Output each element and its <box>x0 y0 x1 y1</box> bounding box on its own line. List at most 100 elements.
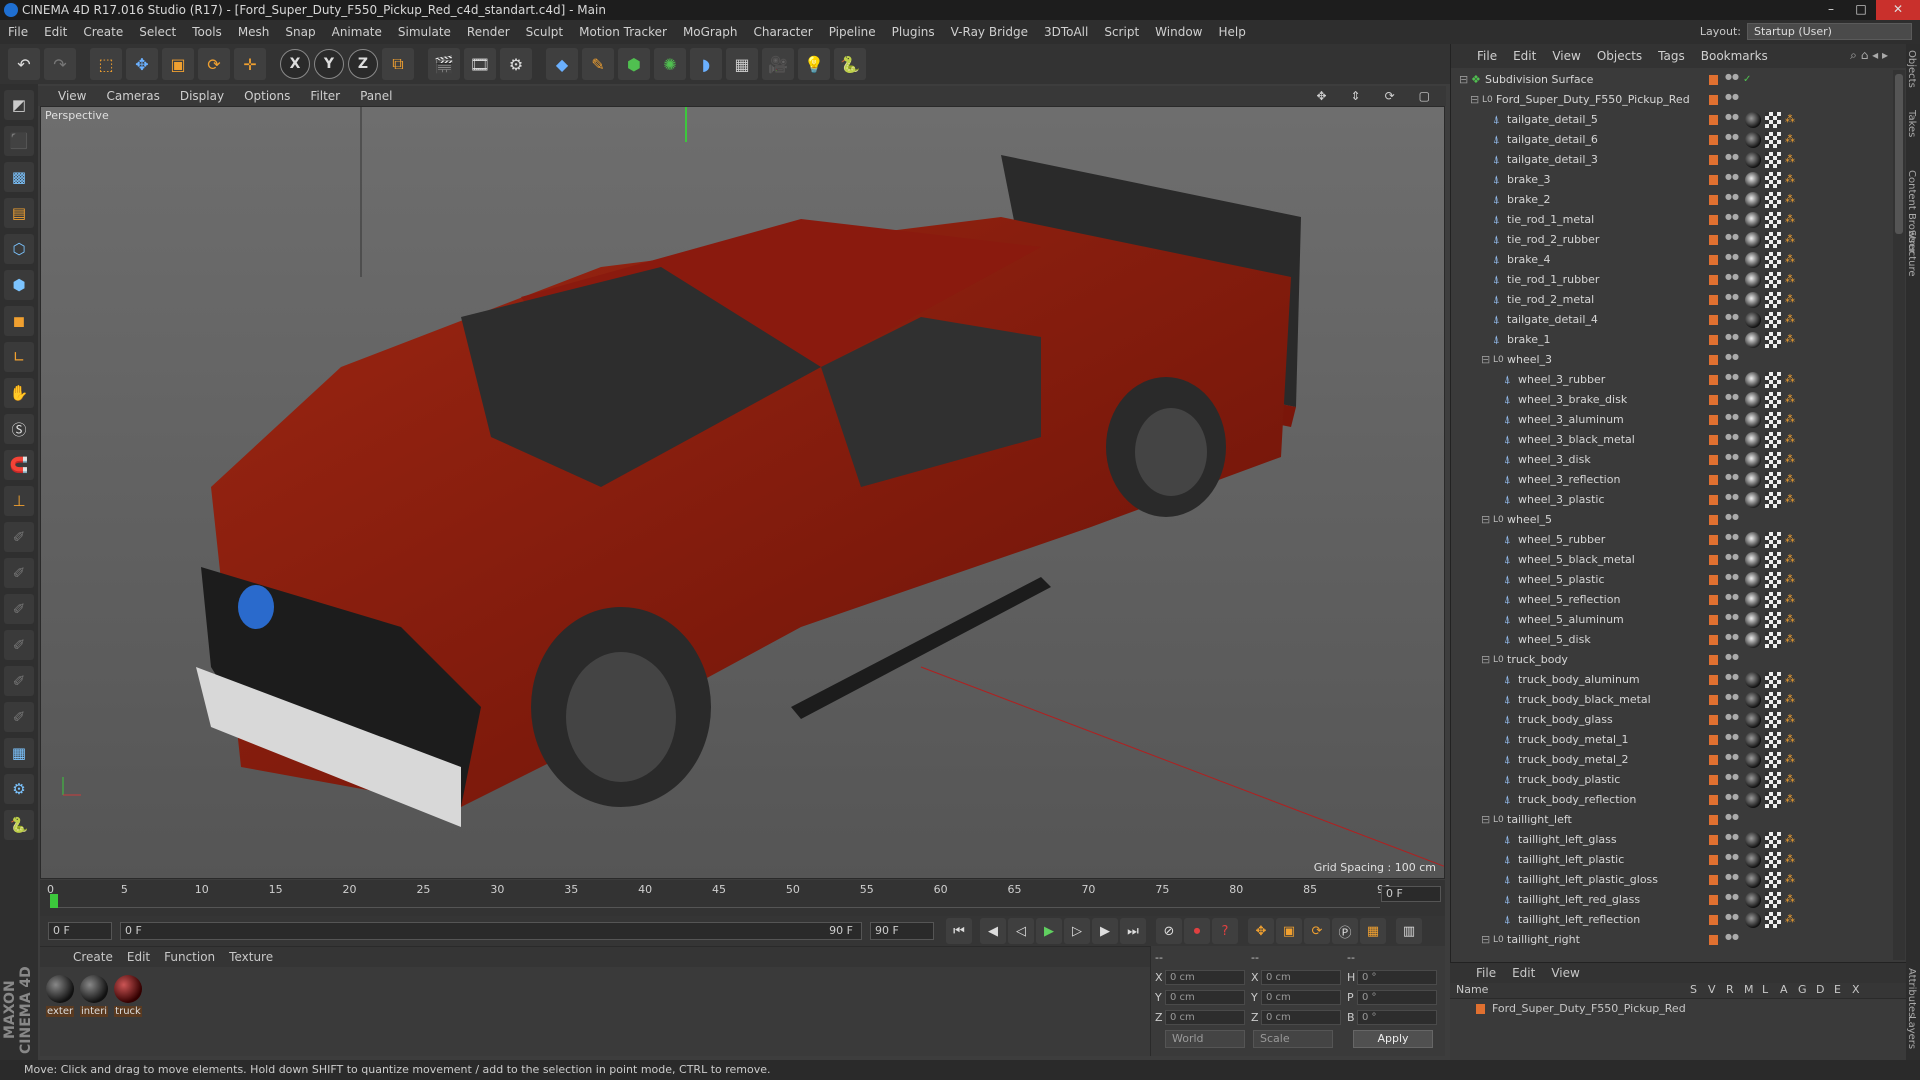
expand-toggle-icon[interactable]: ⊟ <box>1481 514 1491 525</box>
timeline-ruler[interactable] <box>50 894 1380 908</box>
object-row[interactable]: ⍋ wheel_3_plastic ●● ⁂ <box>1451 490 1891 510</box>
array-icon[interactable]: ✺ <box>654 48 686 80</box>
grid-icon[interactable]: ▦ <box>4 738 34 768</box>
texture-tag-icon[interactable] <box>1765 572 1781 588</box>
material-menu-create[interactable]: Create <box>66 950 120 964</box>
texture-tag-icon[interactable] <box>1765 292 1781 308</box>
material-tag-icon[interactable] <box>1745 872 1761 888</box>
previous-frame-icon[interactable]: ◁ <box>1008 918 1034 944</box>
visibility-dots-icon[interactable]: ●● <box>1725 773 1739 787</box>
object-menu-objects[interactable]: Objects <box>1589 49 1650 63</box>
object-row[interactable]: ⍋ truck_body_plastic ●● ⁂ <box>1451 770 1891 790</box>
material-menu-edit[interactable]: Edit <box>120 950 157 964</box>
coords-value-field[interactable]: 0 ° <box>1357 969 1437 985</box>
visibility-dots-icon[interactable]: ●● <box>1725 113 1739 127</box>
phong-tag-icon[interactable]: ⁂ <box>1785 194 1795 206</box>
viewport-menu-view[interactable]: View <box>48 89 96 103</box>
scrollbar-thumb[interactable] <box>1895 74 1903 234</box>
key-scale-icon[interactable]: ▣ <box>1276 918 1302 944</box>
x-axis-lock-icon[interactable]: X <box>280 49 310 79</box>
python-icon[interactable]: 🐍 <box>834 48 866 80</box>
phong-tag-icon[interactable]: ⁂ <box>1785 694 1795 706</box>
material-tag-icon[interactable] <box>1745 552 1761 568</box>
texture-tag-icon[interactable] <box>1765 692 1781 708</box>
texture-tag-icon[interactable] <box>1765 272 1781 288</box>
texture-tag-icon[interactable] <box>1765 492 1781 508</box>
material-tag-icon[interactable] <box>1745 672 1761 688</box>
texture-tag-icon[interactable] <box>1765 472 1781 488</box>
layer-col-g[interactable]: G <box>1798 983 1816 996</box>
visibility-dots-icon[interactable]: ●● <box>1725 293 1739 307</box>
camera-icon[interactable]: 🎥 <box>762 48 794 80</box>
material-swatch[interactable]: truck <box>114 975 142 1017</box>
coords-value-field[interactable]: 0 cm <box>1261 989 1341 1005</box>
material-tag-icon[interactable] <box>1745 312 1761 328</box>
expand-toggle-icon[interactable]: ⊟ <box>1481 654 1491 665</box>
phong-tag-icon[interactable]: ⁂ <box>1785 554 1795 566</box>
object-row[interactable]: ⍋ wheel_5_reflection ●● ⁂ <box>1451 590 1891 610</box>
timeline-window-icon[interactable]: ▥ <box>1396 918 1422 944</box>
visibility-dots-icon[interactable]: ●● <box>1725 813 1739 827</box>
menu-window[interactable]: Window <box>1147 25 1210 39</box>
object-row[interactable]: ⍋ wheel_3_reflection ●● ⁂ <box>1451 470 1891 490</box>
material-tag-icon[interactable] <box>1745 852 1761 868</box>
key-rotation-icon[interactable]: ⟳ <box>1304 918 1330 944</box>
layer-col-x[interactable]: X <box>1852 983 1870 996</box>
render-picture-viewer-icon[interactable]: 🎞 <box>464 48 496 80</box>
texture-tag-icon[interactable] <box>1765 552 1781 568</box>
start-frame-field[interactable]: 0 F <box>48 922 112 940</box>
key-pla-icon[interactable]: ▦ <box>1360 918 1386 944</box>
visibility-dots-icon[interactable]: ●● <box>1725 793 1739 807</box>
layer-menu-file[interactable]: File <box>1468 966 1504 980</box>
menu-snap[interactable]: Snap <box>277 25 323 39</box>
snap-icon[interactable]: 🧲 <box>4 450 34 480</box>
layer-menu-view[interactable]: View <box>1543 966 1587 980</box>
enabled-check-icon[interactable]: ✓ <box>1743 74 1753 86</box>
menu-animate[interactable]: Animate <box>324 25 390 39</box>
visibility-dots-icon[interactable]: ●● <box>1725 493 1739 507</box>
sculpt-brush-icon[interactable]: ✐ <box>4 522 34 552</box>
menu-pipeline[interactable]: Pipeline <box>821 25 884 39</box>
object-row[interactable]: ⍋ wheel_3_rubber ●● ⁂ <box>1451 370 1891 390</box>
coords-value-field[interactable]: 0 cm <box>1165 969 1245 985</box>
layer-menu-edit[interactable]: Edit <box>1504 966 1543 980</box>
object-row[interactable]: ⍋ tailgate_detail_4 ●● ⁂ <box>1451 310 1891 330</box>
scale-tool-icon[interactable]: ▣ <box>162 48 194 80</box>
coords-mode-dropdown[interactable]: World <box>1165 1030 1245 1048</box>
material-tag-icon[interactable] <box>1745 132 1761 148</box>
side-tab-takes[interactable]: Takes <box>1906 110 1917 137</box>
lock-icon[interactable]: ⚙ <box>4 774 34 804</box>
menu-render[interactable]: Render <box>459 25 518 39</box>
visibility-dots-icon[interactable]: ●● <box>1725 373 1739 387</box>
phong-tag-icon[interactable]: ⁂ <box>1785 314 1795 326</box>
visibility-dots-icon[interactable]: ●● <box>1725 93 1739 107</box>
expand-toggle-icon[interactable]: ⊟ <box>1459 74 1469 85</box>
material-tag-icon[interactable] <box>1745 232 1761 248</box>
viewport[interactable]: Perspective Grid Spacing : 100 cm <box>40 106 1445 879</box>
object-scrollbar[interactable] <box>1893 70 1905 960</box>
phong-tag-icon[interactable]: ⁂ <box>1785 774 1795 786</box>
phong-tag-icon[interactable]: ⁂ <box>1785 594 1795 606</box>
menu-help[interactable]: Help <box>1210 25 1253 39</box>
menu-mograph[interactable]: MoGraph <box>675 25 746 39</box>
material-tag-icon[interactable] <box>1745 532 1761 548</box>
next-frame-icon[interactable]: ▷ <box>1064 918 1090 944</box>
object-menu-view[interactable]: View <box>1544 49 1588 63</box>
record-keys-icon[interactable]: ⊘ <box>1156 918 1182 944</box>
phong-tag-icon[interactable]: ⁂ <box>1785 434 1795 446</box>
material-tag-icon[interactable] <box>1745 752 1761 768</box>
visibility-dots-icon[interactable]: ●● <box>1725 913 1739 927</box>
viewport-menu-options[interactable]: Options <box>234 89 300 103</box>
last-tool-icon[interactable]: ✛ <box>234 48 266 80</box>
object-row[interactable]: ⊟ L0 Ford_Super_Duty_F550_Pickup_Red ●● <box>1451 90 1891 110</box>
menu-script[interactable]: Script <box>1096 25 1147 39</box>
object-row[interactable]: ⍋ wheel_5_plastic ●● ⁂ <box>1451 570 1891 590</box>
layer-col-e[interactable]: E <box>1834 983 1852 996</box>
texture-tag-icon[interactable] <box>1765 312 1781 328</box>
visibility-dots-icon[interactable]: ●● <box>1725 693 1739 707</box>
phong-tag-icon[interactable]: ⁂ <box>1785 334 1795 346</box>
texture-tag-icon[interactable] <box>1765 772 1781 788</box>
visibility-dots-icon[interactable]: ●● <box>1725 213 1739 227</box>
material-tag-icon[interactable] <box>1745 492 1761 508</box>
visibility-dots-icon[interactable]: ●● <box>1725 133 1739 147</box>
